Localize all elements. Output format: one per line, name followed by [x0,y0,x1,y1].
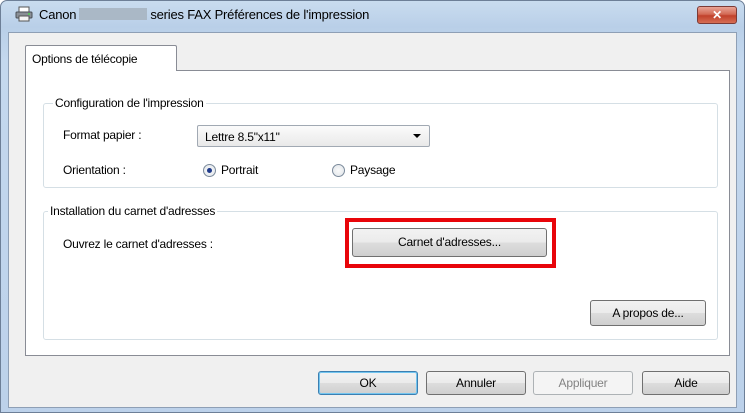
title-bar[interactable]: Canon series FAX Préférences de l'impress… [1,1,744,27]
title-suffix: series FAX Préférences de l'impression [150,7,370,22]
portrait-radio[interactable] [203,164,216,177]
about-button[interactable]: A propos de... [590,300,706,326]
chevron-down-icon [413,134,421,138]
close-button[interactable]: ✕ [697,6,737,24]
landscape-radio[interactable] [332,164,345,177]
landscape-label[interactable]: Paysage [350,163,396,177]
tab-options-de-telecopie[interactable]: Options de télécopie [25,45,177,71]
apply-button[interactable]: Appliquer [533,371,633,395]
help-button[interactable]: Aide [642,371,730,395]
window-title: Canon series FAX Préférences de l'impress… [39,7,369,22]
paper-size-select[interactable]: Lettre 8.5"x11" [197,125,430,147]
printer-icon [15,6,33,22]
address-book-group-title: Installation du carnet d'adresses [48,204,218,218]
title-prefix: Canon [39,7,77,22]
close-icon: ✕ [712,8,722,22]
redacted-model-name [79,8,148,20]
ok-button[interactable]: OK [318,371,418,395]
paper-size-value: Lettre 8.5"x11" [205,130,280,144]
portrait-label[interactable]: Portrait [221,163,258,177]
open-address-book-label: Ouvrez le carnet d'adresses : [63,237,213,251]
address-book-button[interactable]: Carnet d'adresses... [352,228,547,257]
orientation-label: Orientation : [63,163,126,177]
paper-size-label: Format papier : [63,128,142,142]
print-config-group-title: Configuration de l'impression [53,96,206,110]
cancel-button[interactable]: Annuler [426,371,526,395]
